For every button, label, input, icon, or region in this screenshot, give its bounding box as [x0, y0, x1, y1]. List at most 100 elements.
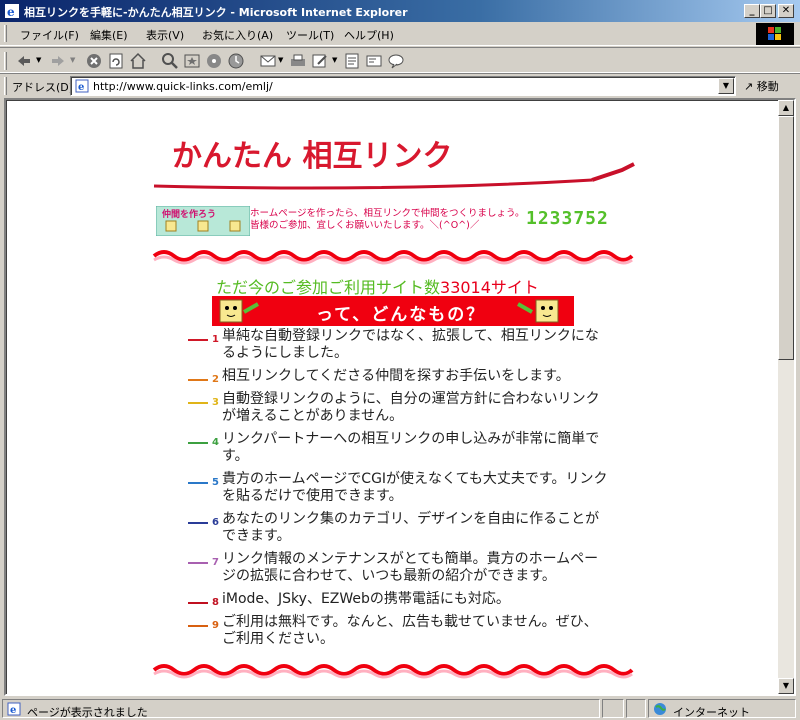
- zone-text: インターネット: [673, 706, 750, 719]
- menu-grip[interactable]: [4, 25, 7, 42]
- minimize-button[interactable]: _: [744, 4, 760, 18]
- svg-text:5: 5: [212, 477, 219, 487]
- feature-text: リンクパートナーへの相互リンクの申し込みが非常に簡単です。: [222, 431, 600, 464]
- media-icon[interactable]: [204, 51, 224, 71]
- site-count-number: 33014: [440, 278, 491, 297]
- favorites-icon[interactable]: [182, 51, 202, 71]
- discuss-icon[interactable]: [342, 51, 362, 71]
- research-icon[interactable]: [364, 51, 384, 71]
- page-icon: e: [75, 79, 89, 93]
- pencil-bullet-icon: 5: [188, 477, 219, 487]
- feature-item: 2 相互リンクしてくださる仲間を探すお手伝いをします。: [188, 368, 608, 385]
- toolbar-grip[interactable]: [4, 52, 7, 70]
- menu-help[interactable]: ヘルプ(H): [344, 27, 394, 43]
- svg-text:1: 1: [212, 334, 219, 344]
- feature-item: 8 iMode、JSky、EZWebの携帯電話にも対応。: [188, 591, 608, 608]
- site-count: ただ今のご参加ご利用サイト数33014サイト: [216, 274, 539, 298]
- standard-toolbar: ▼ ▼ ▼ ▼: [0, 47, 800, 73]
- banner-description: ホームページを作ったら、相互リンクで仲間をつくりましょう。皆様のご参加、宜しくお…: [250, 208, 525, 231]
- go-arrow-icon: ↗: [744, 80, 754, 93]
- go-button[interactable]: ↗ 移動: [744, 78, 779, 94]
- pencil-bullet-icon: 9: [188, 620, 219, 630]
- feature-text: ご利用は無料です。なんと、広告も載せていません。ぜひ、ご利用ください。: [222, 614, 598, 647]
- forward-icon[interactable]: [48, 51, 68, 71]
- feature-text: iMode、JSky、EZWebの携帯電話にも対応。: [222, 591, 510, 607]
- maximize-button[interactable]: □: [760, 4, 776, 18]
- wavy-divider-bottom: [152, 664, 634, 679]
- home-icon[interactable]: [128, 51, 148, 71]
- svg-text:e: e: [10, 705, 16, 716]
- menu-file[interactable]: ファイル(F): [20, 27, 79, 43]
- status-pane-progress: [602, 699, 624, 718]
- feature-item: 3 自動登録リンクのように、自分の運営方針に合わないリンクが増えることがありませ…: [188, 391, 608, 425]
- nakama-banner: 仲間を作ろう: [156, 206, 250, 236]
- pencil-bullet-icon: 3: [188, 397, 219, 407]
- forward-dropdown-icon[interactable]: ▼: [70, 56, 75, 64]
- wavy-divider-top: [152, 250, 634, 265]
- what-is-it-label: って、どんなもの？: [316, 305, 486, 325]
- scroll-up-icon[interactable]: ▲: [778, 100, 794, 116]
- mail-dropdown-icon[interactable]: ▼: [278, 56, 283, 64]
- back-dropdown-icon[interactable]: ▼: [36, 56, 41, 64]
- pencil-bullet-icon: 8: [188, 597, 219, 607]
- title-bar: e 相互リンクを手軽に-かんたん相互リンク - Microsoft Intern…: [0, 0, 800, 22]
- banner-label: 仲間を作ろう: [162, 208, 216, 220]
- address-label: アドレス(D): [12, 81, 74, 94]
- stop-icon[interactable]: [84, 51, 104, 71]
- close-button[interactable]: ✕: [778, 4, 794, 18]
- menu-tools[interactable]: ツール(T): [286, 27, 334, 43]
- vertical-scrollbar[interactable]: ▲ ▼: [778, 100, 794, 694]
- address-grip[interactable]: [4, 77, 7, 95]
- svg-text:4: 4: [212, 437, 219, 447]
- address-dropdown-icon[interactable]: ▼: [718, 78, 734, 94]
- feature-text: あなたのリンク集のカテゴリ、デザインを自由に作ることができます。: [222, 511, 600, 544]
- go-label: 移動: [756, 80, 779, 93]
- print-icon[interactable]: [288, 51, 308, 71]
- site-count-prefix: ただ今のご参加ご利用サイト数: [216, 278, 441, 297]
- scroll-thumb[interactable]: [778, 116, 794, 360]
- feature-item: 1 単純な自動登録リンクではなく、拡張して、相互リンクになるようにしました。: [188, 328, 608, 362]
- zone-pane: インターネット: [648, 699, 796, 719]
- feature-item: 9 ご利用は無料です。なんと、広告も載せていません。ぜひ、ご利用ください。: [188, 614, 608, 648]
- feature-item: 5 貴方のホームページでCGIが使えなくても大丈夫です。リンクを貼るだけで使用で…: [188, 471, 608, 505]
- svg-text:e: e: [7, 5, 15, 19]
- messenger-icon[interactable]: [386, 51, 406, 71]
- menu-bar: ファイル(F) 編集(E) 表示(V) お気に入り(A) ツール(T) ヘルプ(…: [0, 22, 800, 46]
- site-count-suffix: サイト: [490, 278, 539, 297]
- feature-text: リンク情報のメンテナンスがとても簡単。貴方のホームページの拡張に合わせて、いつも…: [222, 551, 599, 584]
- feature-item: 7 リンク情報のメンテナンスがとても簡単。貴方のホームページの拡張に合わせて、い…: [188, 551, 608, 585]
- back-icon[interactable]: [14, 51, 34, 71]
- menu-view[interactable]: 表示(V): [146, 27, 184, 43]
- svg-text:9: 9: [212, 620, 219, 630]
- menu-edit[interactable]: 編集(E): [90, 27, 128, 43]
- scroll-down-icon[interactable]: ▼: [778, 678, 794, 694]
- windows-flag-icon: [768, 27, 781, 40]
- mail-icon[interactable]: [258, 51, 278, 71]
- pencil-bullet-icon: 1: [188, 334, 219, 344]
- mascot-right-icon: [517, 299, 559, 323]
- feature-item: 4 リンクパートナーへの相互リンクの申し込みが非常に簡単です。: [188, 431, 608, 465]
- site-logo: かんたん 相互リンク: [153, 139, 635, 190]
- pencil-bullet-icon: 6: [188, 517, 219, 527]
- svg-text:e: e: [78, 82, 84, 93]
- pencil-bullet-icon: 4: [188, 437, 219, 447]
- what-is-it-banner: って、どんなもの？: [212, 296, 574, 326]
- pencil-bullet-icon: 2: [188, 374, 219, 384]
- status-pane: e ページが表示されました: [2, 699, 600, 719]
- window-title: 相互リンクを手軽に-かんたん相互リンク - Microsoft Internet…: [24, 6, 408, 19]
- history-icon[interactable]: [226, 51, 246, 71]
- feature-text: 単純な自動登録リンクではなく、拡張して、相互リンクになるようにしました。: [222, 328, 599, 361]
- edit-icon[interactable]: [310, 51, 330, 71]
- menu-favorites[interactable]: お気に入り(A): [202, 27, 273, 43]
- windows-logo: [756, 23, 794, 45]
- edit-dropdown-icon[interactable]: ▼: [332, 56, 337, 64]
- address-bar: アドレス(D) e http://www.quick-links.com/eml…: [0, 73, 800, 97]
- search-icon[interactable]: [160, 51, 180, 71]
- logo-text: かんたん 相互リンク: [172, 139, 452, 174]
- svg-text:2: 2: [212, 374, 219, 384]
- address-input[interactable]: e http://www.quick-links.com/emlj/ ▼: [70, 76, 736, 96]
- svg-text:7: 7: [212, 557, 219, 567]
- feature-text: 貴方のホームページでCGIが使えなくても大丈夫です。リンクを貼るだけで使用できま…: [222, 471, 608, 504]
- refresh-icon[interactable]: [106, 51, 126, 71]
- address-url[interactable]: http://www.quick-links.com/emlj/: [93, 80, 273, 93]
